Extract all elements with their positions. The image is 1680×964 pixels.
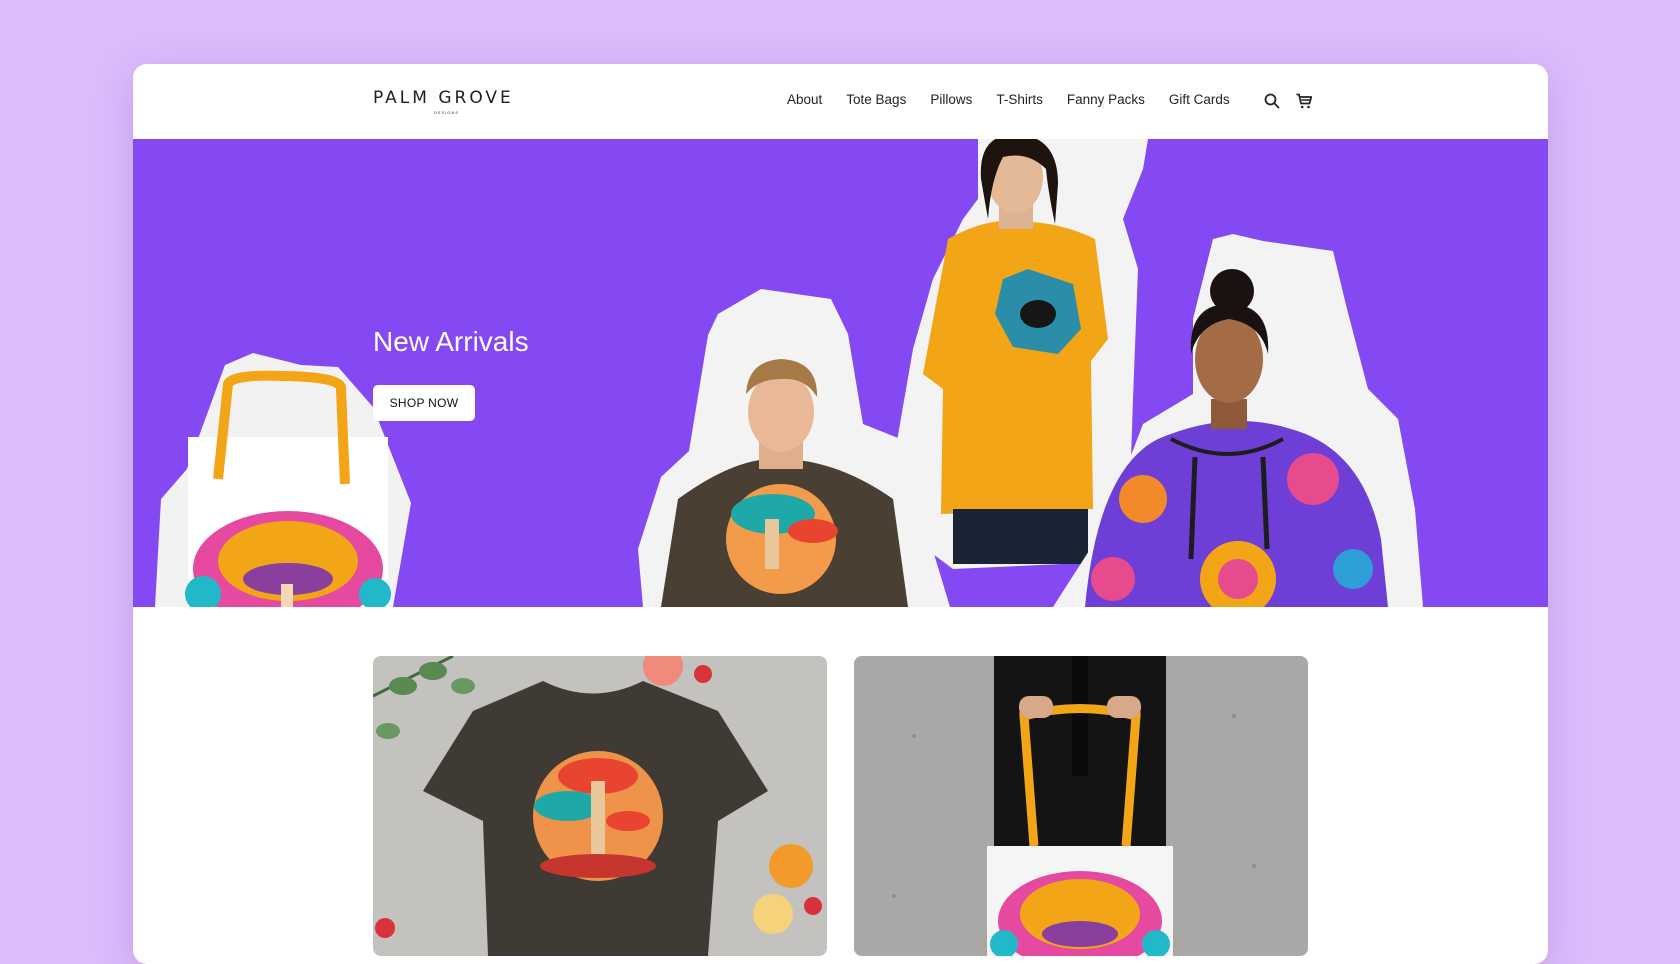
logo-wordmark: PALM GROVE [373, 88, 514, 108]
logo-tagline: DESIGNS [434, 110, 460, 115]
hero-title: New Arrivals [373, 326, 529, 357]
browser-window: PALM GROVE DESIGNS About Tote Bags Pillo… [133, 64, 1548, 964]
main-nav: About Tote Bags Pillows T-Shirts Fanny P… [787, 92, 1254, 107]
nav-item-gift-cards[interactable]: Gift Cards [1169, 92, 1230, 107]
nav-item-tote-bags[interactable]: Tote Bags [846, 92, 906, 107]
mushroom-tote-product-image [854, 656, 1308, 956]
mushroom-tee-product-image [373, 656, 827, 956]
hero-banner: New Arrivals SHOP NOW [133, 139, 1548, 607]
model-woman-hoodie-image [1053, 234, 1423, 607]
product-card-mushroom-tee[interactable] [373, 656, 827, 956]
site-logo[interactable]: PALM GROVE DESIGNS [373, 88, 523, 118]
nav-item-t-shirts[interactable]: T-Shirts [996, 92, 1043, 107]
nav-item-pillows[interactable]: Pillows [930, 92, 972, 107]
shop-now-button[interactable]: SHOP NOW [373, 385, 475, 421]
cart-icon[interactable] [1295, 92, 1313, 110]
nav-item-about[interactable]: About [787, 92, 822, 107]
nav-item-fanny-packs[interactable]: Fanny Packs [1067, 92, 1145, 107]
product-card-mushroom-tote[interactable] [854, 656, 1308, 956]
site-header: PALM GROVE DESIGNS About Tote Bags Pillo… [133, 64, 1548, 139]
search-icon[interactable] [1263, 92, 1281, 110]
